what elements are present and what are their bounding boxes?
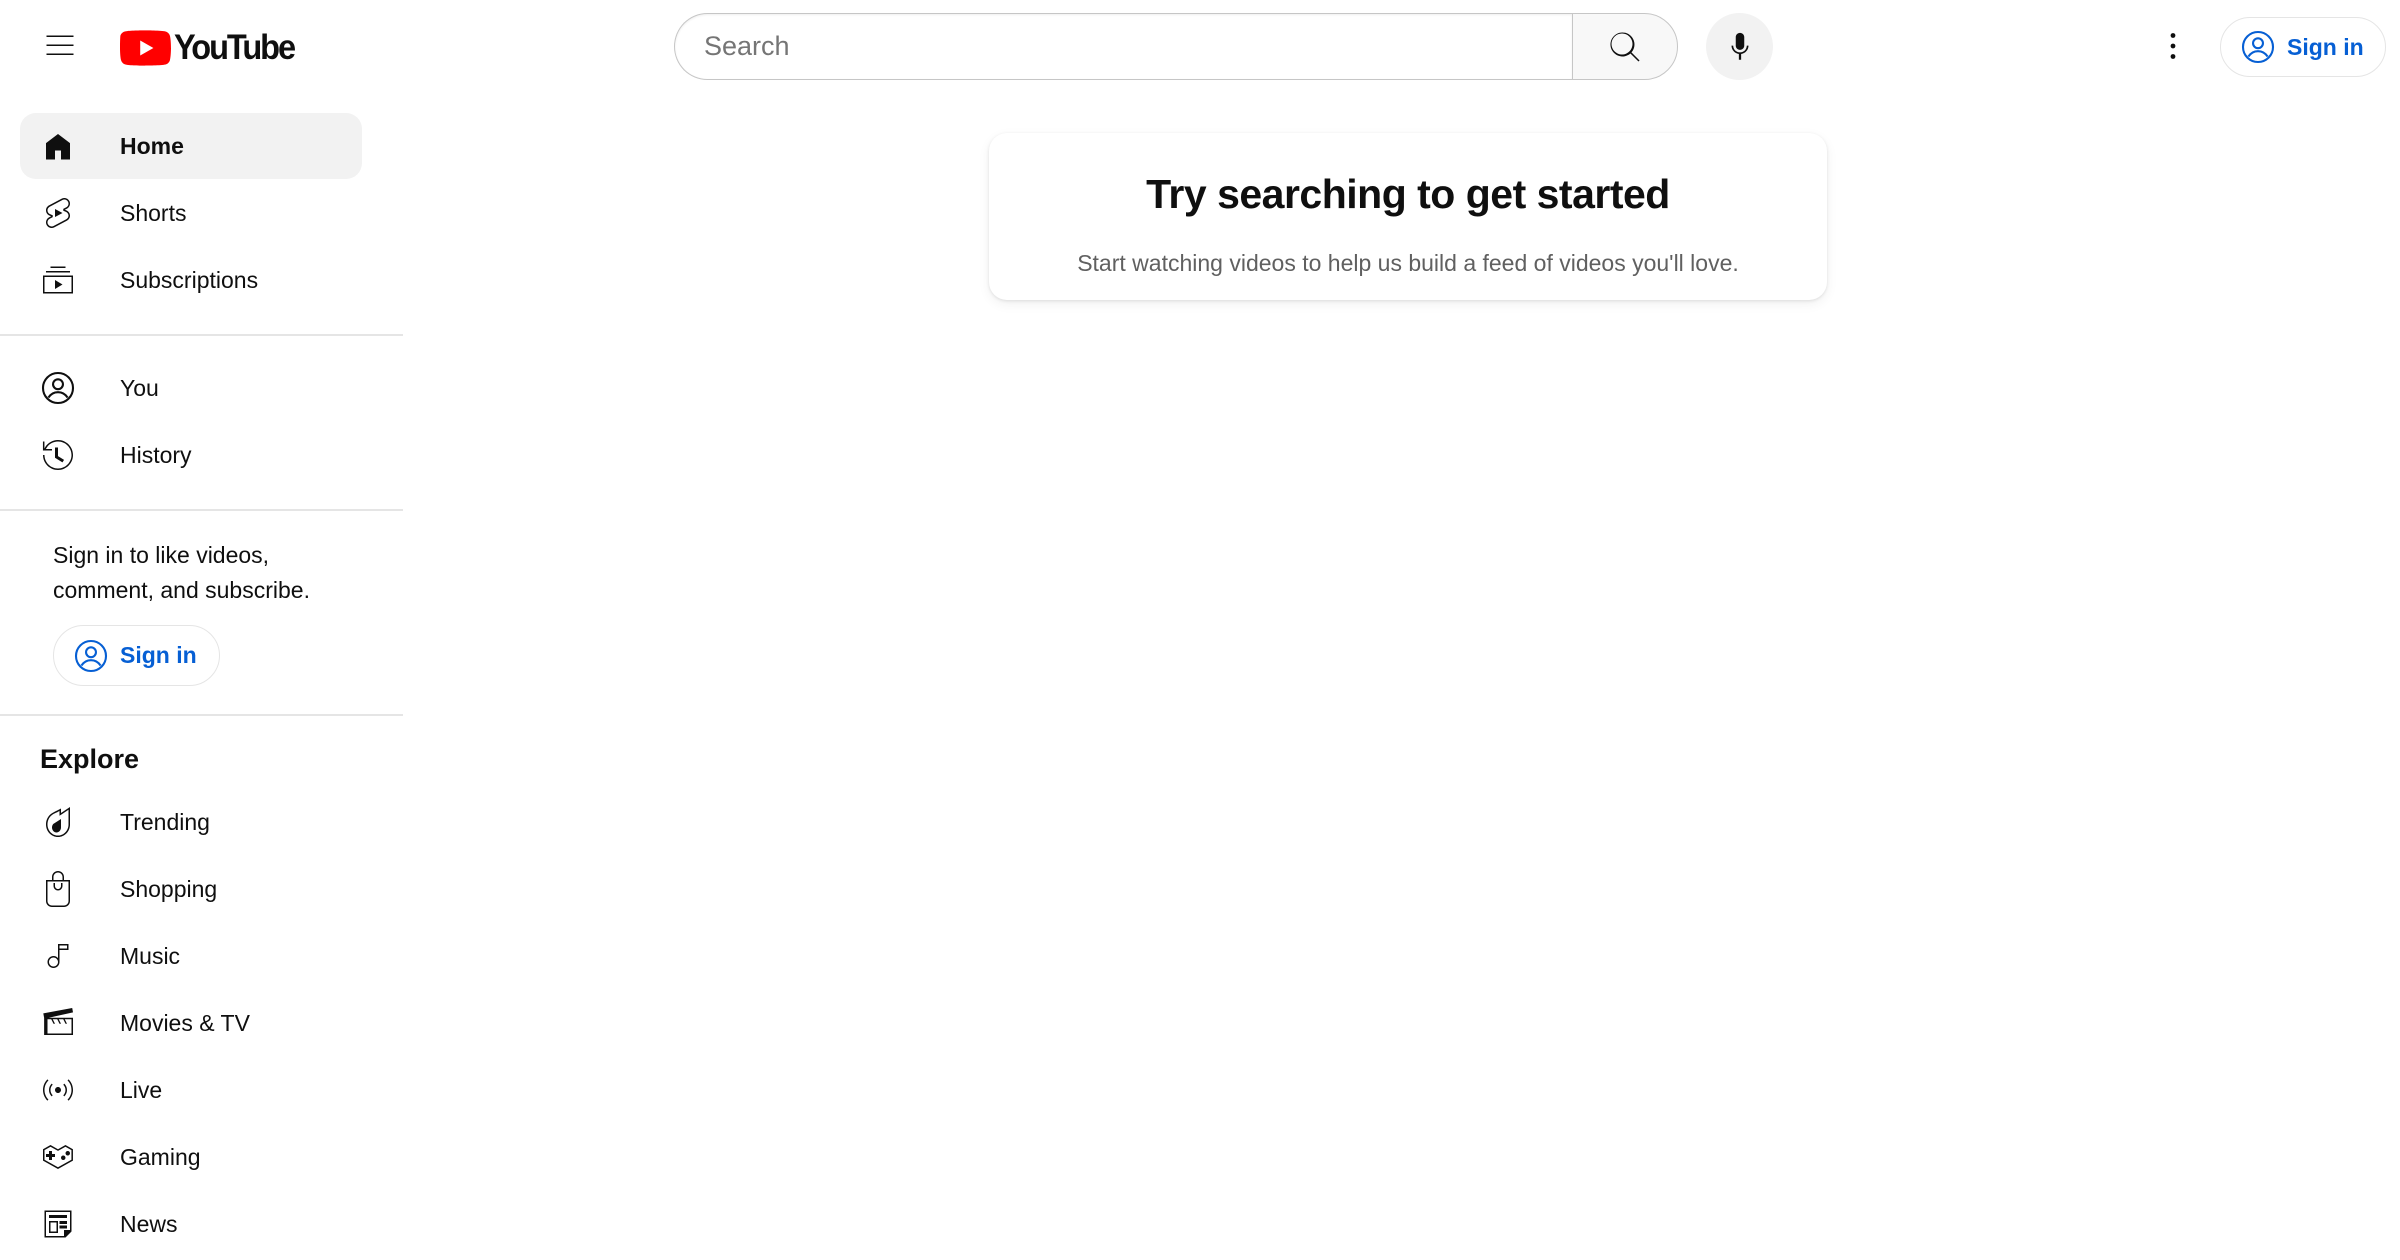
youtube-play-icon <box>120 30 171 66</box>
search-button[interactable] <box>1572 13 1678 80</box>
sidebar-item-subscriptions[interactable]: Subscriptions <box>20 247 362 313</box>
sidebar-item-label: You <box>120 374 159 401</box>
microphone-icon <box>1731 32 1748 60</box>
sidebar-divider <box>0 714 403 716</box>
sidebar-item-label: Movies & TV <box>120 1009 250 1036</box>
sidebar-guide: Home Shorts Subscriptions You History Si… <box>0 92 403 1260</box>
movies-icon <box>43 1008 74 1035</box>
live-icon <box>43 1079 73 1101</box>
prompt-subtitle: Start watching videos to help us build a… <box>1077 250 1739 276</box>
sidebar-item-label: Live <box>120 1076 163 1103</box>
sidebar-sign-in-button[interactable]: Sign in <box>53 625 220 686</box>
sidebar-item-label: Shorts <box>120 199 187 226</box>
sidebar-divider <box>0 334 403 336</box>
home-icon <box>46 134 70 160</box>
sidebar-item-you[interactable]: You <box>20 355 362 421</box>
music-icon <box>47 944 69 968</box>
shopping-icon <box>46 871 70 907</box>
search-icon <box>1610 31 1640 62</box>
subscriptions-icon <box>43 266 73 294</box>
account-circle-icon <box>2241 30 2275 64</box>
hamburger-icon <box>46 35 74 55</box>
search-bar <box>674 13 1678 80</box>
history-icon <box>42 440 73 470</box>
logo-wordmark: YouTube <box>174 28 296 67</box>
trending-icon <box>46 807 70 837</box>
empty-feed-prompt: Try searching to get started Start watch… <box>989 133 1827 300</box>
sidebar-item-home[interactable]: Home <box>20 113 362 179</box>
header-sign-in-label: Sign in <box>2287 33 2364 60</box>
guide-menu-button[interactable] <box>30 16 90 76</box>
sign-in-prompt: Sign in to like videos, comment, and sub… <box>53 542 310 603</box>
sidebar-item-label: Gaming <box>120 1143 201 1170</box>
sidebar-item-live[interactable]: Live <box>20 1057 362 1123</box>
sidebar-item-news[interactable]: News <box>20 1191 362 1257</box>
sidebar-item-trending[interactable]: Trending <box>20 789 362 855</box>
sidebar-item-movies-tv[interactable]: Movies & TV <box>20 990 362 1056</box>
shorts-icon <box>45 198 71 228</box>
more-vert-icon <box>2170 33 2176 59</box>
sidebar-item-label: Trending <box>120 808 210 835</box>
sidebar-item-music[interactable]: Music <box>20 923 362 989</box>
sidebar-item-history[interactable]: History <box>20 422 362 488</box>
voice-search-button[interactable] <box>1706 13 1773 80</box>
sidebar-sign-in-label: Sign in <box>120 642 197 668</box>
youtube-logo[interactable]: YouTube <box>120 30 303 66</box>
sidebar-item-shorts[interactable]: Shorts <box>20 180 362 246</box>
sidebar-item-shopping[interactable]: Shopping <box>20 856 362 922</box>
sidebar-item-gaming[interactable]: Gaming <box>20 1124 362 1190</box>
masthead: YouTube Sign in <box>0 0 2400 92</box>
account-icon <box>41 371 75 405</box>
sidebar-item-label: Subscriptions <box>120 266 259 293</box>
gaming-icon <box>43 1145 73 1169</box>
search-input[interactable] <box>702 30 1572 63</box>
news-icon <box>44 1210 72 1238</box>
prompt-title: Try searching to get started <box>1146 171 1670 217</box>
sidebar-item-label: News <box>120 1210 178 1237</box>
account-circle-icon <box>74 639 108 672</box>
search-box[interactable] <box>674 13 1572 80</box>
explore-section-title: Explore <box>40 744 140 774</box>
sidebar-item-label: History <box>120 441 192 468</box>
sidebar-item-label: Music <box>120 942 181 969</box>
sidebar-item-label: Home <box>120 132 184 159</box>
header-sign-in-button[interactable]: Sign in <box>2220 17 2386 77</box>
sidebar-divider <box>0 509 403 511</box>
sidebar-item-label: Shopping <box>120 875 218 902</box>
settings-menu-button[interactable] <box>2143 16 2203 76</box>
